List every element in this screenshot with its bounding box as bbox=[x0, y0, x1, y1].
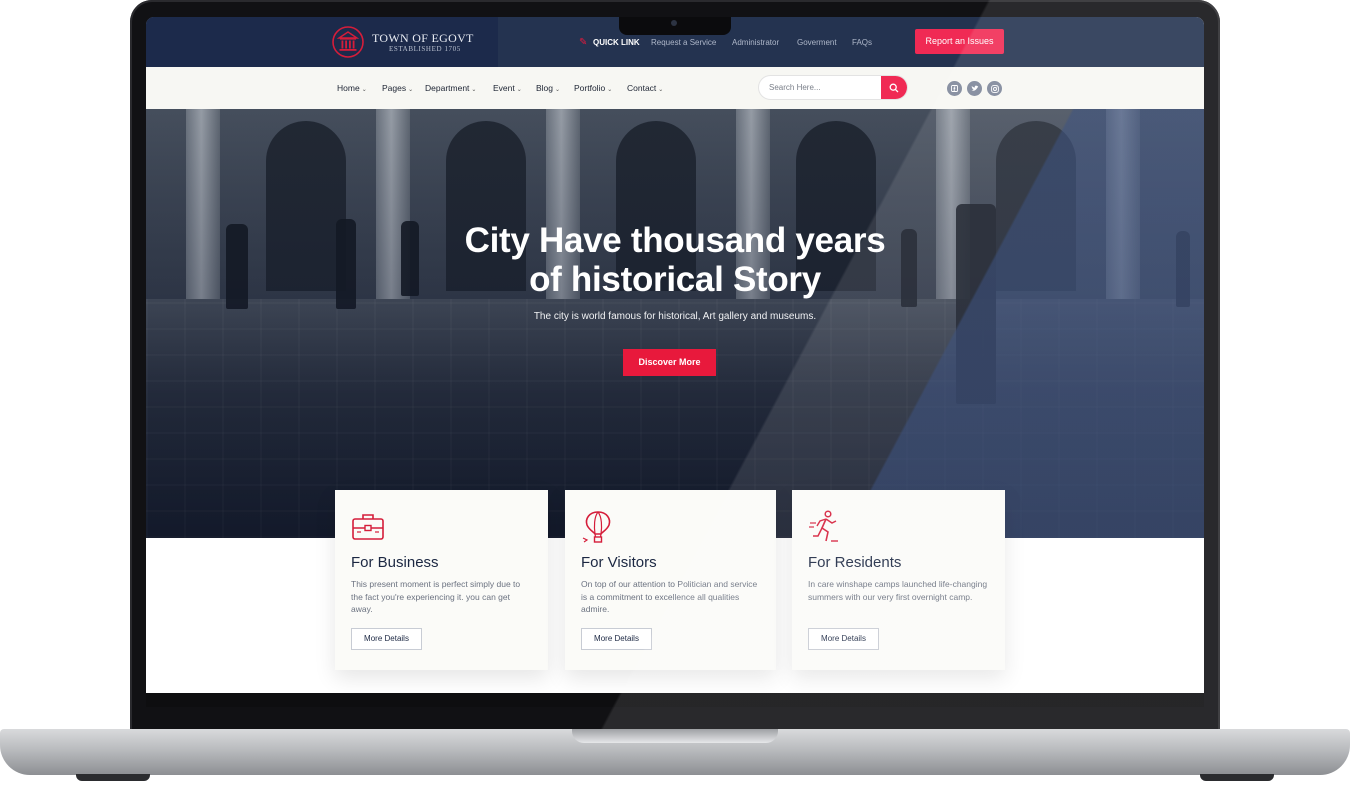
chevron-down-icon: ⌄ bbox=[607, 87, 613, 93]
more-details-button[interactable]: More Details bbox=[581, 628, 652, 650]
instagram-icon[interactable] bbox=[987, 81, 1002, 96]
search-button[interactable] bbox=[881, 76, 907, 99]
chevron-down-icon: ⌄ bbox=[555, 87, 561, 93]
search-icon bbox=[889, 83, 899, 92]
camera-icon bbox=[671, 20, 677, 26]
nav-label: Department bbox=[425, 83, 470, 93]
nav-item-blog[interactable]: Blog ⌄ bbox=[536, 83, 560, 93]
nav-item-event[interactable]: Event ⌄ bbox=[493, 83, 522, 93]
hot-air-balloon-icon bbox=[582, 511, 611, 543]
nav-label: Event bbox=[493, 83, 515, 93]
nav-item-contact[interactable]: Contact ⌄ bbox=[627, 83, 663, 93]
edit-icon: ✎ bbox=[579, 37, 588, 48]
nav-item-department[interactable]: Department ⌄ bbox=[425, 83, 476, 93]
search-input[interactable] bbox=[759, 76, 883, 99]
site-name: TOWN OF EGOVT bbox=[372, 31, 474, 45]
nav-label: Portfolio bbox=[574, 83, 606, 93]
screen-chin bbox=[146, 693, 1204, 707]
top-link-administrator[interactable]: Administrator bbox=[732, 38, 779, 47]
card-title: For Visitors bbox=[581, 554, 657, 571]
nav-item-pages[interactable]: Pages ⌄ bbox=[382, 83, 413, 93]
instagram-glyph bbox=[990, 84, 999, 93]
top-link-faqs[interactable]: FAQs bbox=[852, 38, 872, 47]
logo[interactable]: TOWN OF EGOVT ESTABLISHED 1705 bbox=[146, 17, 498, 67]
card-text: In care winshape camps launched life-cha… bbox=[808, 579, 988, 602]
card-title: For Residents bbox=[808, 554, 902, 571]
card-text: This present moment is perfect simply du… bbox=[351, 579, 521, 614]
more-details-button[interactable]: More Details bbox=[351, 628, 422, 650]
briefcase-icon bbox=[352, 514, 384, 540]
laptop-foot bbox=[76, 774, 150, 781]
laptop-screen: TOWN OF EGOVT ESTABLISHED 1705 ✎ QUICK L… bbox=[146, 17, 1204, 693]
chevron-down-icon: ⌄ bbox=[408, 87, 414, 93]
laptop-thumb-groove bbox=[572, 729, 778, 743]
hero-title: City Have thousand years of historical S… bbox=[146, 221, 1204, 299]
chevron-down-icon: ⌄ bbox=[361, 87, 367, 93]
report-issue-button[interactable]: Report an Issues bbox=[915, 29, 1004, 54]
main-nav: Home ⌄ Pages ⌄ Department ⌄ Event ⌄ Blog ⌄ Po… bbox=[146, 67, 1204, 109]
card-residents: For Residents In care winshape camps lau… bbox=[792, 490, 1005, 670]
nav-item-home[interactable]: Home ⌄ bbox=[337, 83, 367, 93]
laptop-foot bbox=[1200, 774, 1274, 781]
more-details-button[interactable]: More Details bbox=[808, 628, 879, 650]
chevron-down-icon: ⌄ bbox=[471, 87, 477, 93]
nav-label: Blog bbox=[536, 83, 554, 93]
quick-link-label[interactable]: QUICK LINK bbox=[593, 38, 640, 47]
card-business: For Business This present moment is perf… bbox=[335, 490, 548, 670]
discover-more-button[interactable]: Discover More bbox=[623, 349, 716, 376]
card-title: For Business bbox=[351, 554, 439, 571]
nav-label: Contact bbox=[627, 83, 657, 93]
nav-label: Home bbox=[337, 83, 360, 93]
site-established: ESTABLISHED 1705 bbox=[389, 45, 461, 53]
twitter-icon[interactable] bbox=[967, 81, 982, 96]
facebook-icon[interactable] bbox=[947, 81, 962, 96]
hero-title-line: of historical Story bbox=[529, 260, 821, 299]
hero-subtitle: The city is world famous for historical,… bbox=[533, 311, 817, 322]
facebook-glyph bbox=[951, 85, 958, 92]
camera-notch bbox=[619, 17, 731, 35]
nav-item-portfolio[interactable]: Portfolio ⌄ bbox=[574, 83, 612, 93]
hero-banner: City Have thousand years of historical S… bbox=[146, 109, 1204, 538]
diagonal-accent bbox=[146, 109, 1204, 538]
twitter-glyph bbox=[971, 85, 978, 91]
hero-title-line: City Have thousand years bbox=[464, 221, 886, 260]
search-box bbox=[758, 75, 908, 100]
runner-icon bbox=[809, 510, 838, 542]
card-text: On top of our attention to Politician an… bbox=[581, 579, 758, 614]
chevron-down-icon: ⌄ bbox=[516, 87, 522, 93]
card-visitors: For Visitors On top of our attention to … bbox=[565, 490, 776, 670]
top-link-request-service[interactable]: Request a Service bbox=[651, 38, 716, 47]
nav-label: Pages bbox=[382, 83, 407, 93]
top-link-goverment[interactable]: Goverment bbox=[797, 38, 837, 47]
town-hall-icon bbox=[332, 26, 364, 58]
chevron-down-icon: ⌄ bbox=[658, 87, 664, 93]
